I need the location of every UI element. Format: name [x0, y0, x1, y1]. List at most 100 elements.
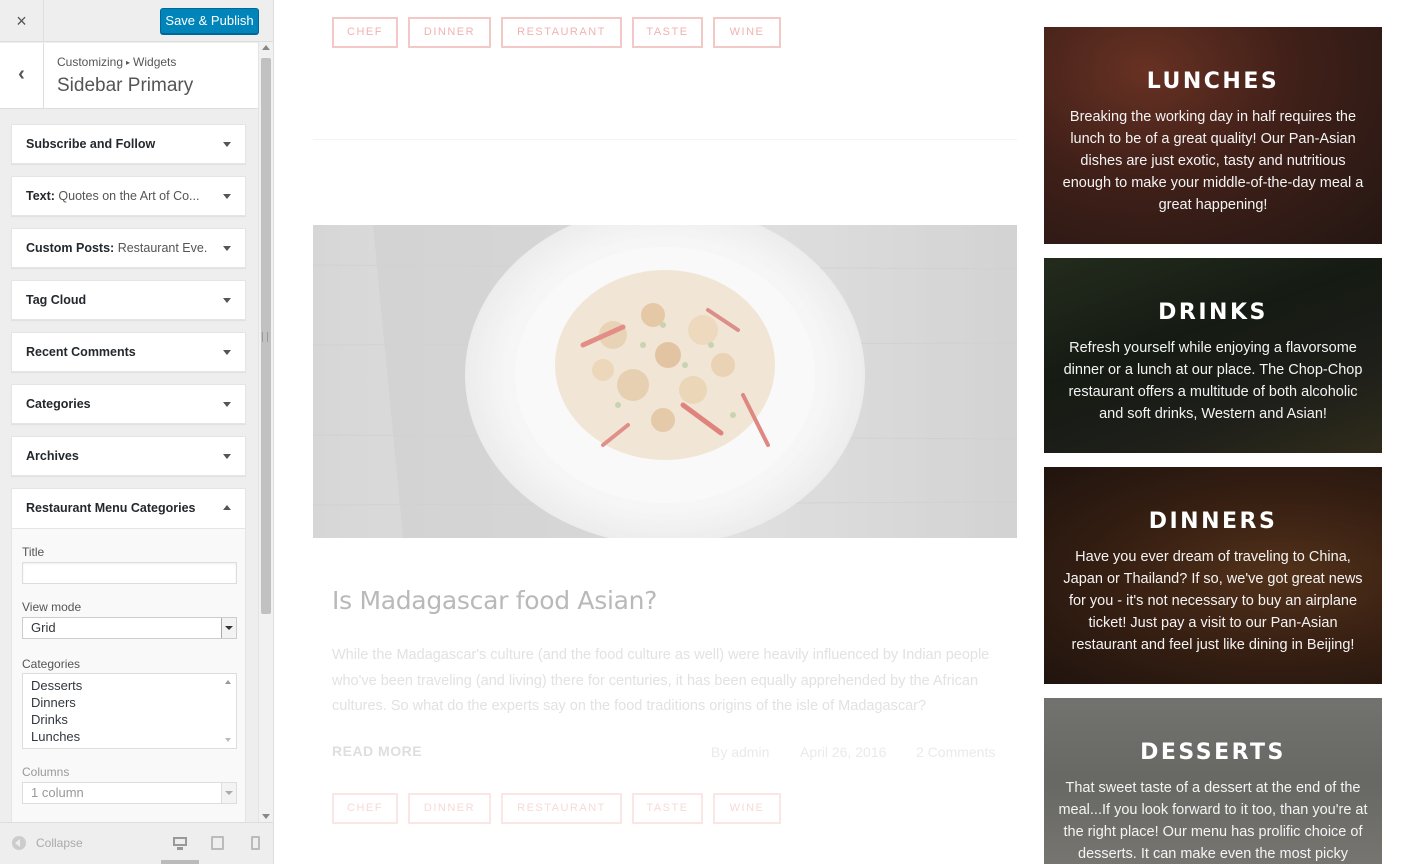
scroll-down-arrow-icon[interactable]: [262, 814, 270, 819]
food-plate-image: [313, 225, 1017, 538]
columns-select[interactable]: 1 column: [22, 782, 237, 804]
breadcrumb: Customizing ▸ Widgets: [57, 55, 176, 69]
chevron-down-icon[interactable]: [221, 618, 236, 638]
tag-restaurant[interactable]: RESTAURANT: [501, 793, 622, 824]
mobile-icon[interactable]: [249, 835, 265, 851]
collapse-arrow-icon: [12, 836, 26, 850]
chevron-down-icon[interactable]: [223, 142, 231, 147]
chevron-down-icon[interactable]: [221, 783, 236, 803]
widget-title: Categories: [26, 397, 208, 411]
category-option[interactable]: Lunches: [31, 729, 80, 744]
widget-categories[interactable]: Categories: [11, 384, 246, 424]
chevron-down-icon[interactable]: [223, 350, 231, 355]
widget-title: Recent Comments: [26, 345, 208, 359]
widget-title: Tag Cloud: [26, 293, 208, 307]
widget-header[interactable]: Restaurant Menu Categories: [12, 489, 245, 529]
customizer-screen: × Save & Publish ‹ Customizing ▸ Widgets S…: [0, 0, 1419, 864]
widget-title: Text: Quotes on the Art of Co...: [26, 189, 208, 203]
widget-title: Subscribe and Follow: [26, 137, 208, 151]
post-featured-image[interactable]: [313, 225, 1017, 538]
breadcrumb-separator-icon: ▸: [126, 58, 131, 67]
chevron-down-icon[interactable]: [223, 454, 231, 459]
sidebar-scrollbar[interactable]: [258, 42, 273, 822]
menu-card-title: DESSERTS: [1140, 740, 1286, 765]
desktop-icon[interactable]: [172, 835, 188, 851]
save-publish-button[interactable]: Save & Publish: [160, 8, 259, 34]
widget-subscribe-and-follow[interactable]: Subscribe and Follow: [11, 124, 246, 164]
collapse-label: Collapse: [36, 836, 83, 850]
title-input[interactable]: [22, 562, 237, 584]
category-option[interactable]: Drinks: [31, 712, 68, 727]
widget-title-label: Tag Cloud: [26, 293, 87, 307]
post-divider: [313, 139, 1017, 140]
categories-multiselect[interactable]: Desserts Dinners Drinks Lunches: [22, 673, 237, 749]
panel-title: Sidebar Primary: [57, 75, 194, 96]
post-excerpt: While the Madagascar's culture (and the …: [332, 647, 990, 714]
customizer-footer: Collapse: [0, 822, 273, 864]
customizer-header: × Save & Publish: [0, 0, 273, 42]
menu-card-text: Refresh yourself while enjoying a flavor…: [1063, 340, 1363, 422]
tablet-icon[interactable]: [210, 835, 226, 851]
menu-card-drinks[interactable]: DRINKS Refresh yourself while enjoying a…: [1044, 258, 1382, 453]
tag-dinner[interactable]: DINNER: [408, 793, 491, 824]
widget-tag-cloud[interactable]: Tag Cloud: [11, 280, 246, 320]
back-arrow-icon[interactable]: ‹: [0, 43, 44, 108]
view-mode-label: View mode: [22, 600, 82, 614]
chevron-up-icon[interactable]: [223, 505, 231, 510]
widget-custom-posts[interactable]: Custom Posts: Restaurant Eve...: [11, 228, 246, 268]
menu-card-dinners[interactable]: DINNERS Have you ever dream of traveling…: [1044, 467, 1382, 684]
chevron-down-icon[interactable]: [223, 194, 231, 199]
category-option[interactable]: Desserts: [31, 678, 82, 693]
post-title-link[interactable]: Is Madagascar food Asian?: [332, 586, 657, 615]
widget-archives[interactable]: Archives: [11, 436, 246, 476]
tag-chef[interactable]: CHEF: [332, 793, 398, 824]
widget-title: Archives: [26, 449, 208, 463]
view-mode-value: Grid: [31, 620, 56, 635]
post-author[interactable]: By admin: [711, 744, 769, 760]
tag-chef[interactable]: CHEF: [332, 17, 398, 48]
post-date[interactable]: April 26, 2016: [800, 744, 886, 760]
chevron-down-icon[interactable]: [223, 246, 231, 251]
site-preview: CHEF DINNER RESTAURANT TASTE WINE Is Mad…: [274, 0, 1419, 864]
widget-title-label: Archives: [26, 449, 79, 463]
menu-card-text: Breaking the working day in half require…: [1062, 109, 1364, 213]
scroll-up-arrow-icon[interactable]: [262, 45, 270, 50]
tag-wine[interactable]: WINE: [713, 793, 781, 824]
view-mode-select[interactable]: Grid: [22, 617, 237, 639]
menu-card-text: That sweet taste of a dessert at the end…: [1058, 780, 1368, 862]
menu-card-title: LUNCHES: [1146, 69, 1280, 94]
menu-card-desserts[interactable]: DESSERTS That sweet taste of a dessert a…: [1044, 698, 1382, 864]
tag-wine[interactable]: WINE: [713, 17, 781, 48]
widget-title-label: Subscribe and Follow: [26, 137, 156, 151]
menu-card-text: Have you ever dream of traveling to Chin…: [1063, 549, 1363, 653]
list-scrollbar[interactable]: [222, 674, 236, 748]
columns-label: Columns: [22, 765, 70, 779]
title-label: Title: [22, 545, 45, 559]
widget-title-label: Categories: [26, 397, 91, 411]
columns-value: 1 column: [31, 785, 84, 800]
chevron-down-icon[interactable]: [223, 402, 231, 407]
menu-card-lunches[interactable]: LUNCHES Breaking the working day in half…: [1044, 27, 1382, 244]
widget-subtitle: Quotes on the Art of Co...: [58, 189, 200, 203]
tag-taste[interactable]: TASTE: [632, 17, 703, 48]
widget-title-label: Custom Posts:: [26, 241, 115, 255]
resize-handle[interactable]: [262, 332, 268, 342]
widget-form: Title View mode Grid Categories Desserts…: [12, 529, 245, 823]
widget-text[interactable]: Text: Quotes on the Art of Co...: [11, 176, 246, 216]
tag-dinner[interactable]: DINNER: [408, 17, 491, 48]
tag-restaurant[interactable]: RESTAURANT: [501, 17, 622, 48]
widget-title-label: Recent Comments: [26, 345, 136, 359]
widget-recent-comments[interactable]: Recent Comments: [11, 332, 246, 372]
widget-subtitle: Restaurant Eve...: [117, 241, 208, 255]
active-device-indicator: [161, 860, 199, 864]
customizer-sidebar: × Save & Publish ‹ Customizing ▸ Widgets S…: [0, 0, 274, 864]
panel-header: ‹ Customizing ▸ Widgets Sidebar Primary: [0, 43, 258, 109]
close-icon[interactable]: ×: [0, 0, 44, 42]
chevron-down-icon[interactable]: [223, 298, 231, 303]
read-more-link[interactable]: READ MORE: [332, 743, 422, 759]
post-comments[interactable]: 2 Comments: [916, 744, 995, 760]
menu-card-title: DRINKS: [1158, 300, 1268, 325]
tag-taste[interactable]: TASTE: [632, 793, 703, 824]
category-option[interactable]: Dinners: [31, 695, 76, 710]
collapse-button[interactable]: Collapse: [12, 836, 83, 850]
